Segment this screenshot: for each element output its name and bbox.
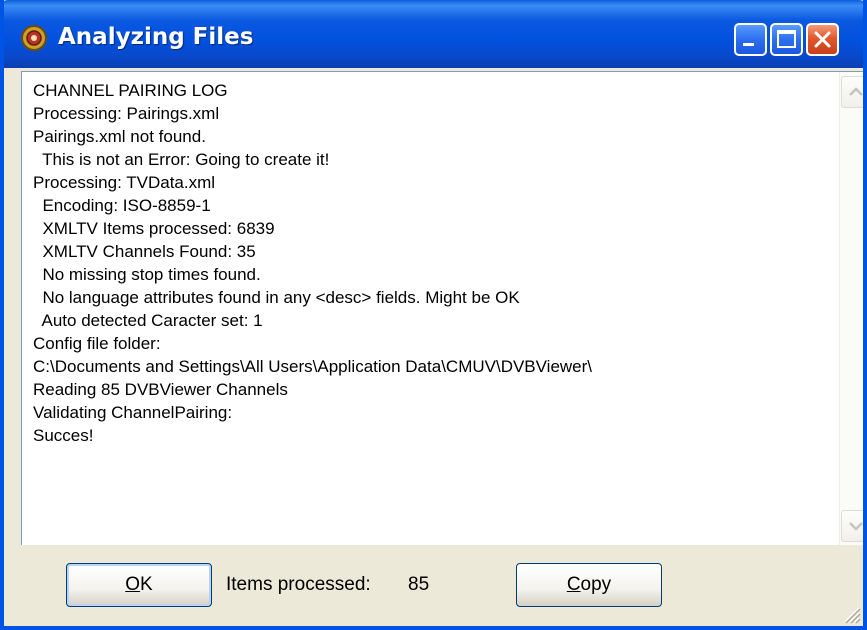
log-line: No missing stop times found.: [33, 265, 261, 284]
ok-accel-key: O: [125, 574, 141, 595]
log-line: Auto detected Caracter set: 1: [33, 311, 263, 330]
log-line: XMLTV Channels Found: 35: [33, 242, 256, 261]
items-processed-count: 85: [408, 574, 430, 595]
close-button[interactable]: [806, 23, 839, 56]
minimize-button[interactable]: [734, 23, 767, 56]
scroll-down-button[interactable]: [841, 510, 863, 542]
dialog-footer: OK Items processed: 85 Copy: [4, 545, 863, 626]
close-icon: [814, 31, 831, 48]
ok-button[interactable]: OK: [66, 563, 212, 607]
dialog-window: Analyzing Files CHANNEL PAIRING LOG Proc…: [0, 0, 867, 630]
log-line: CHANNEL PAIRING LOG: [33, 81, 228, 100]
log-line: No language attributes found in any <des…: [33, 288, 520, 307]
log-line: Reading 85 DVBViewer Channels: [33, 380, 288, 399]
ok-label-rest: K: [140, 574, 153, 595]
chevron-down-icon: [849, 522, 863, 531]
log-line: Config file folder:: [33, 334, 161, 353]
scroll-up-button[interactable]: [841, 76, 863, 108]
maximize-icon: [777, 30, 796, 48]
copy-button[interactable]: Copy: [516, 563, 662, 607]
minimize-icon: [743, 43, 754, 46]
vertical-scrollbar[interactable]: [839, 72, 863, 545]
log-lines: CHANNEL PAIRING LOG Processing: Pairings…: [33, 79, 833, 447]
log-line: Processing: Pairings.xml: [33, 104, 220, 123]
log-line: Succes!: [33, 426, 94, 445]
title-bar[interactable]: Analyzing Files: [4, 0, 863, 68]
log-line: C:\Documents and Settings\All Users\Appl…: [33, 357, 593, 376]
window-title: Analyzing Files: [58, 24, 254, 50]
log-line: Validating ChannelPairing:: [33, 403, 233, 422]
app-icon: [20, 24, 48, 52]
log-line: XMLTV Items processed: 6839: [33, 219, 275, 238]
log-line: Pairings.xml not found.: [33, 127, 206, 146]
resize-grip-icon[interactable]: [839, 602, 861, 624]
chevron-up-icon: [849, 87, 863, 96]
items-processed-label: Items processed:: [226, 574, 371, 595]
log-line: Encoding: ISO-8859-1: [33, 196, 211, 215]
maximize-button[interactable]: [770, 23, 803, 56]
copy-label-rest: opy: [580, 574, 612, 595]
log-textarea[interactable]: CHANNEL PAIRING LOG Processing: Pairings…: [21, 71, 863, 545]
log-line: Processing: TVData.xml: [33, 173, 216, 192]
log-line: This is not an Error: Going to create it…: [33, 150, 330, 169]
copy-accel-key: C: [566, 574, 581, 595]
